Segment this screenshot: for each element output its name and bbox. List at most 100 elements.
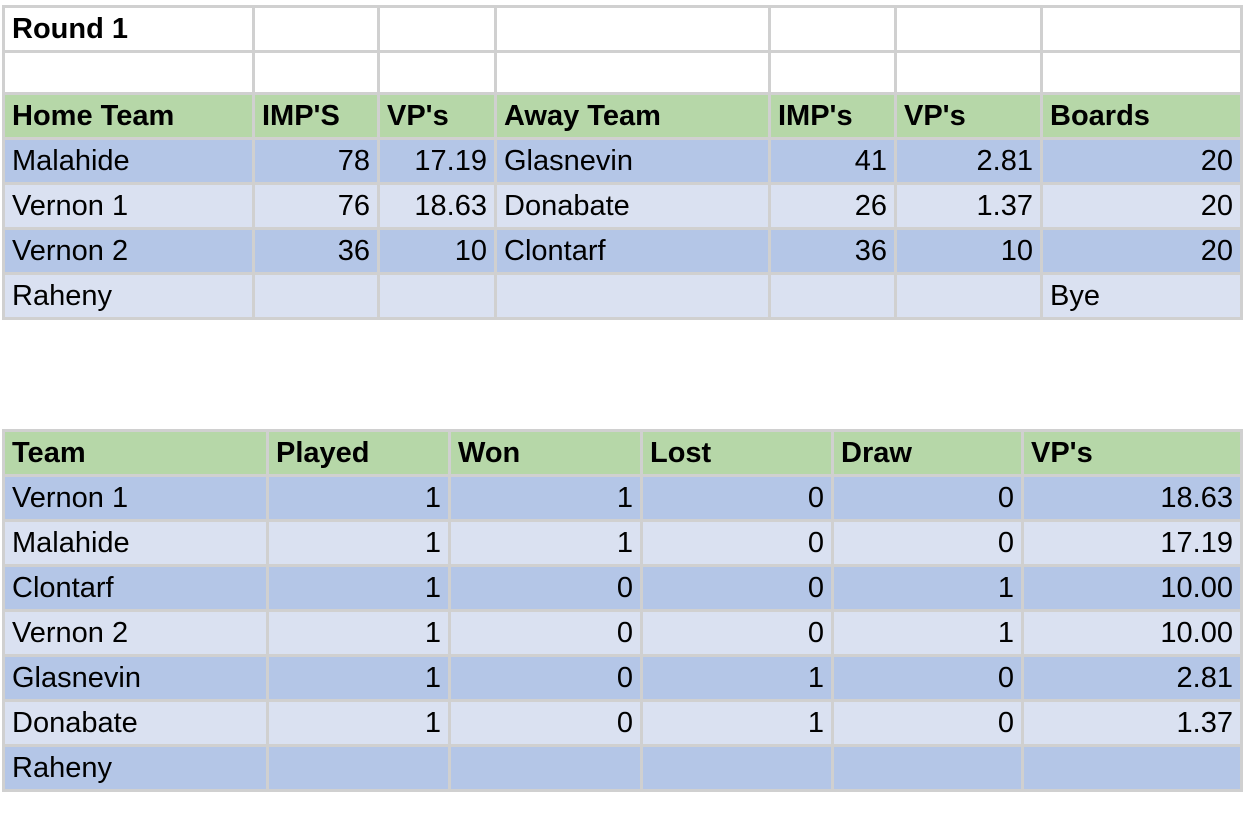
home-team-cell[interactable]: Vernon 2 [2,227,255,275]
away-team-cell[interactable] [494,272,771,320]
empty-cell[interactable] [2,50,255,95]
team-cell[interactable]: Glasnevin [2,654,269,702]
away-imps-cell[interactable]: 26 [768,182,897,230]
away-vps-cell[interactable] [894,272,1043,320]
standings-table: Team Played Won Lost Draw VP's Vernon 1 … [2,429,1243,792]
vps-cell[interactable]: 2.81 [1021,654,1243,702]
away-vps-cell[interactable]: 10 [894,227,1043,275]
empty-cell[interactable] [252,50,380,95]
home-team-cell[interactable]: Malahide [2,137,255,185]
lost-cell[interactable]: 0 [640,609,834,657]
won-cell[interactable]: 0 [448,609,643,657]
header-played[interactable]: Played [266,429,451,477]
header-home-imps[interactable]: IMP'S [252,92,380,140]
draw-cell[interactable]: 1 [831,609,1024,657]
empty-cell[interactable] [768,5,897,53]
header-won[interactable]: Won [448,429,643,477]
played-cell[interactable]: 1 [266,564,451,612]
empty-cell[interactable] [1040,50,1243,95]
empty-cell[interactable] [377,5,497,53]
draw-cell[interactable]: 0 [831,654,1024,702]
home-vps-cell[interactable]: 18.63 [377,182,497,230]
played-cell[interactable]: 1 [266,474,451,522]
won-cell[interactable]: 0 [448,699,643,747]
team-cell[interactable]: Clontarf [2,564,269,612]
team-cell[interactable]: Malahide [2,519,269,567]
vps-cell[interactable]: 10.00 [1021,609,1243,657]
away-vps-cell[interactable]: 1.37 [894,182,1043,230]
home-imps-cell[interactable] [252,272,380,320]
home-vps-cell[interactable]: 10 [377,227,497,275]
header-team[interactable]: Team [2,429,269,477]
boards-cell[interactable]: Bye [1040,272,1243,320]
table-row: Raheny Bye [2,272,1243,320]
away-team-cell[interactable]: Clontarf [494,227,771,275]
won-cell[interactable]: 0 [448,564,643,612]
played-cell[interactable]: 1 [266,654,451,702]
round-title[interactable]: Round 1 [2,5,255,53]
empty-cell[interactable] [494,5,771,53]
draw-cell[interactable]: 0 [831,474,1024,522]
away-vps-cell[interactable]: 2.81 [894,137,1043,185]
header-lost[interactable]: Lost [640,429,834,477]
header-boards[interactable]: Boards [1040,92,1243,140]
lost-cell[interactable]: 0 [640,564,834,612]
empty-cell[interactable] [1040,5,1243,53]
team-cell[interactable]: Raheny [2,744,269,792]
empty-cell[interactable] [894,5,1043,53]
empty-cell[interactable] [252,5,380,53]
boards-cell[interactable]: 20 [1040,182,1243,230]
empty-cell[interactable] [894,50,1043,95]
empty-cell[interactable] [377,50,497,95]
vps-cell[interactable]: 1.37 [1021,699,1243,747]
home-vps-cell[interactable] [377,272,497,320]
empty-cell[interactable] [768,50,897,95]
boards-cell[interactable]: 20 [1040,137,1243,185]
empty-cell[interactable] [494,50,771,95]
played-cell[interactable]: 1 [266,609,451,657]
won-cell[interactable]: 0 [448,654,643,702]
won-cell[interactable]: 1 [448,474,643,522]
draw-cell[interactable]: 0 [831,519,1024,567]
header-vps[interactable]: VP's [1021,429,1243,477]
team-cell[interactable]: Donabate [2,699,269,747]
vps-cell[interactable]: 10.00 [1021,564,1243,612]
blank-row [2,50,1243,95]
vps-cell[interactable] [1021,744,1243,792]
draw-cell[interactable] [831,744,1024,792]
away-imps-cell[interactable]: 41 [768,137,897,185]
home-vps-cell[interactable]: 17.19 [377,137,497,185]
draw-cell[interactable]: 0 [831,699,1024,747]
header-home-vps[interactable]: VP's [377,92,497,140]
header-away-vps[interactable]: VP's [894,92,1043,140]
header-draw[interactable]: Draw [831,429,1024,477]
draw-cell[interactable]: 1 [831,564,1024,612]
home-team-cell[interactable]: Raheny [2,272,255,320]
lost-cell[interactable]: 0 [640,474,834,522]
lost-cell[interactable]: 1 [640,699,834,747]
away-imps-cell[interactable] [768,272,897,320]
vps-cell[interactable]: 17.19 [1021,519,1243,567]
away-team-cell[interactable]: Donabate [494,182,771,230]
played-cell[interactable]: 1 [266,519,451,567]
vps-cell[interactable]: 18.63 [1021,474,1243,522]
lost-cell[interactable]: 0 [640,519,834,567]
played-cell[interactable] [266,744,451,792]
home-imps-cell[interactable]: 36 [252,227,380,275]
won-cell[interactable] [448,744,643,792]
team-cell[interactable]: Vernon 1 [2,474,269,522]
header-home-team[interactable]: Home Team [2,92,255,140]
home-team-cell[interactable]: Vernon 1 [2,182,255,230]
won-cell[interactable]: 1 [448,519,643,567]
played-cell[interactable]: 1 [266,699,451,747]
away-imps-cell[interactable]: 36 [768,227,897,275]
header-away-team[interactable]: Away Team [494,92,771,140]
team-cell[interactable]: Vernon 2 [2,609,269,657]
lost-cell[interactable]: 1 [640,654,834,702]
lost-cell[interactable] [640,744,834,792]
home-imps-cell[interactable]: 76 [252,182,380,230]
home-imps-cell[interactable]: 78 [252,137,380,185]
header-away-imps[interactable]: IMP's [768,92,897,140]
away-team-cell[interactable]: Glasnevin [494,137,771,185]
boards-cell[interactable]: 20 [1040,227,1243,275]
